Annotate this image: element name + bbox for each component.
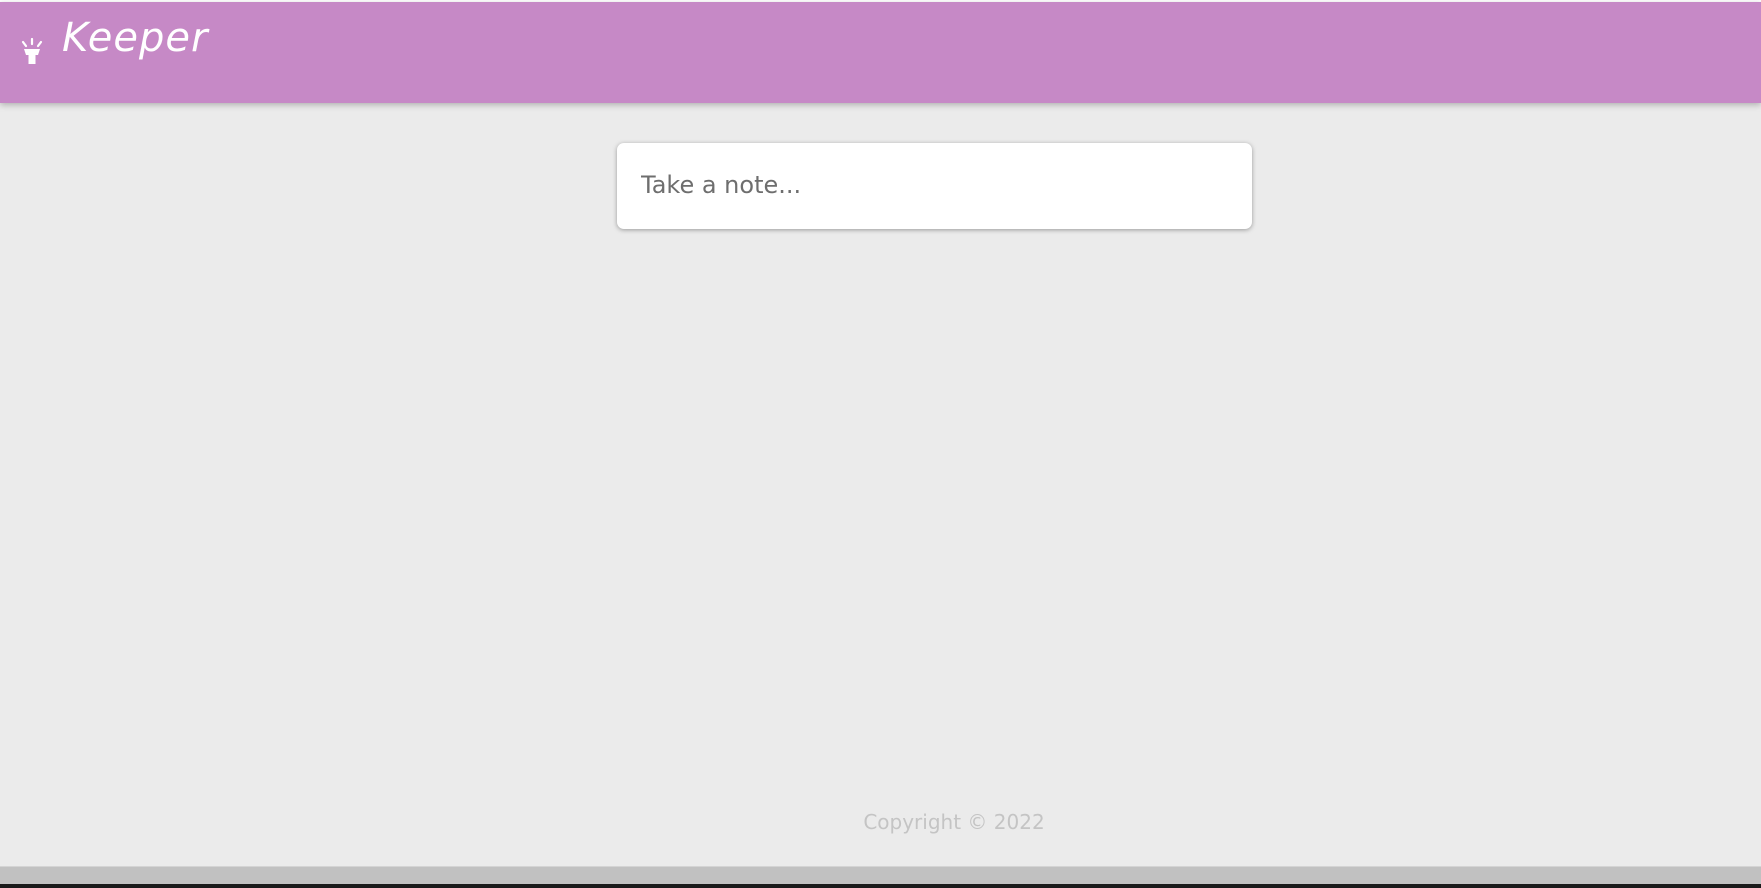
window-bottom-edge: [0, 884, 1761, 888]
app-title: Keeper: [62, 15, 209, 62]
horizontal-scrollbar[interactable]: [0, 866, 1761, 885]
note-input[interactable]: [641, 165, 1221, 205]
footer: Copyright © 2022: [0, 810, 1761, 834]
note-card: [617, 143, 1252, 229]
page: Keeper Copyright © 2022: [0, 0, 1761, 888]
lightbulb-icon: [19, 37, 45, 69]
copyright-text: Copyright © 2022: [863, 810, 1045, 834]
app-header: Keeper: [0, 2, 1761, 103]
